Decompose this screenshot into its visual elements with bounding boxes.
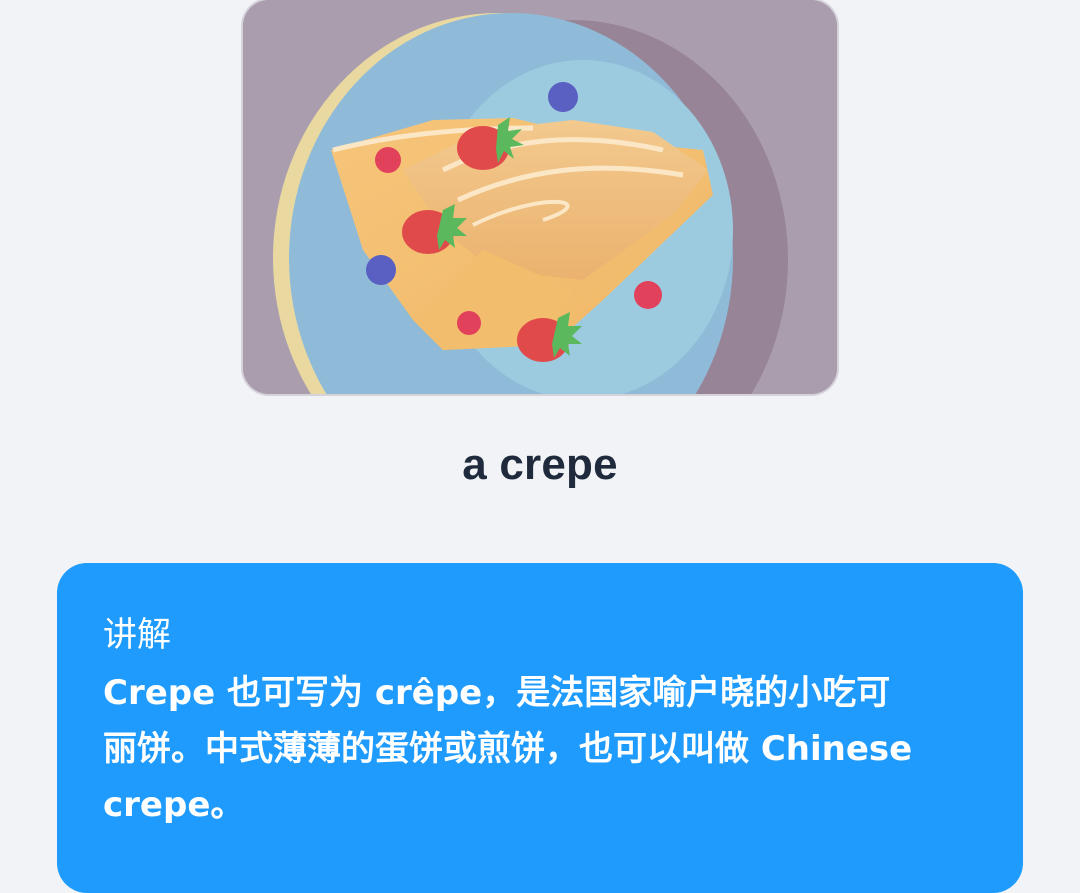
explanation-card: 讲解 Crepe 也可写为 crêpe，是法国家喻户晓的小吃可丽饼。中式薄薄的蛋… <box>57 563 1023 893</box>
vocabulary-word: a crepe <box>462 440 618 489</box>
explanation-title: 讲解 <box>103 615 171 655</box>
crepe-image <box>243 0 837 394</box>
explanation-text: Crepe 也可写为 crêpe，是法国家喻户晓的小吃可丽饼。中式薄薄的蛋饼或煎… <box>103 673 913 825</box>
crepe-illustration <box>243 0 837 394</box>
